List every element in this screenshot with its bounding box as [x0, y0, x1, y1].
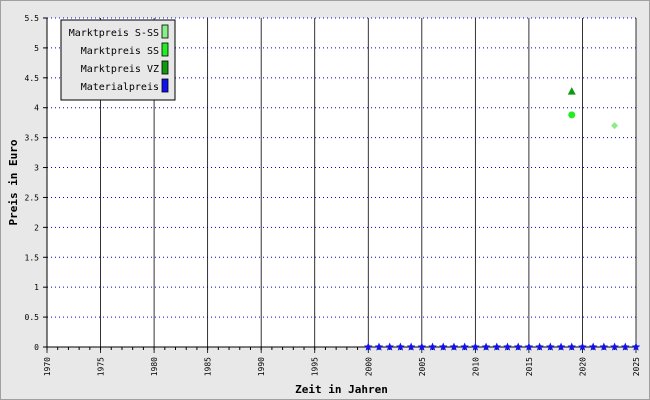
legend-swatch	[161, 24, 169, 39]
y-tick-label: 0	[34, 343, 39, 352]
y-tick-label: 1	[34, 283, 39, 292]
x-tick-label: 2025	[632, 357, 641, 376]
legend-swatch	[161, 78, 169, 93]
x-tick-label: 2015	[525, 357, 534, 376]
data-point	[568, 111, 576, 119]
x-tick-label: 1980	[150, 357, 159, 376]
y-tick-labels: 0 0.5 1 1.5 2 2.5 3 3.5 4 4.5 5 5.5	[25, 14, 40, 352]
legend-label: Marktpreis S-SS	[69, 28, 159, 39]
x-tick-labels: 1970 1975 1980 1985 1990 1995 2000 2005 2010 2015…	[43, 357, 641, 376]
legend-label: Marktpreis VZ	[81, 64, 159, 75]
y-tick-label: 5.5	[25, 14, 40, 23]
legend-swatch	[161, 42, 169, 57]
legend-label: Marktpreis SS	[81, 46, 159, 57]
y-axis-title: Preis in Euro	[7, 139, 20, 225]
x-tick-label: 2000	[364, 357, 373, 376]
x-tick-label: 1990	[257, 357, 266, 376]
y-tick-label: 5	[34, 44, 39, 53]
price-chart: 0 0.5 1 1.5 2 2.5 3 3.5 4 4.5 5 5.5 1970 1975 1980 198…	[7, 14, 641, 396]
y-tick-label: 4	[34, 104, 39, 113]
legend-label: Materialpreis	[81, 82, 159, 93]
legend: Marktpreis S-SS Marktpreis SS Marktpreis V…	[60, 19, 176, 101]
x-tick-label: 1995	[311, 357, 320, 376]
x-axis-title: Zeit in Jahren	[295, 383, 388, 396]
x-tick-label: 2010	[471, 357, 480, 376]
y-tick-label: 2	[34, 223, 39, 232]
y-tick-label: 3.5	[25, 134, 40, 143]
series-1	[568, 111, 576, 119]
x-tick-label: 1975	[97, 357, 106, 376]
x-tick-label: 2005	[418, 357, 427, 376]
y-tick-label: 4.5	[25, 74, 40, 83]
y-tick-label: 1.5	[25, 253, 40, 262]
x-tick-label: 2020	[578, 357, 587, 376]
y-tick-label: 2.5	[25, 193, 40, 202]
x-tick-label: 1970	[43, 357, 52, 376]
x-tick-label: 1985	[204, 357, 213, 376]
y-tick-label: 0.5	[25, 313, 40, 322]
y-tick-label: 3	[34, 164, 39, 173]
legend-swatch	[161, 60, 169, 75]
